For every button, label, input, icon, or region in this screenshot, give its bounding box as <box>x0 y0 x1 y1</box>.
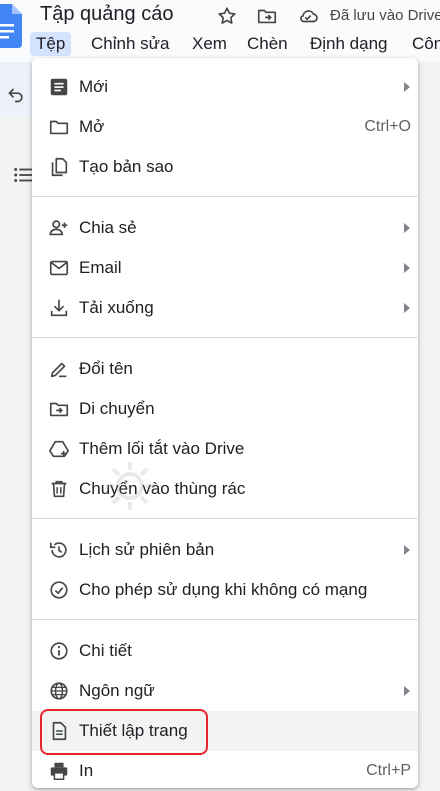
file-menu: Mới Mở Ctrl+O Tạo bản sao Chia sẻ Email <box>32 58 418 788</box>
cloud-saved-icon[interactable] <box>297 5 319 27</box>
new-doc-icon <box>50 78 68 96</box>
drive-shortcut-icon <box>49 440 69 458</box>
menu-insert[interactable]: Chèn <box>241 32 294 56</box>
email-icon <box>49 260 69 276</box>
menu-item-label: Email <box>79 258 122 277</box>
save-status: Đã lưu vào Drive <box>330 7 440 24</box>
menu-item-new[interactable]: Mới <box>32 67 418 107</box>
app-header: Tập quảng cáo Đã lưu vào Drive Tệp Chỉnh… <box>0 0 440 62</box>
menu-item-email[interactable]: Email <box>32 248 418 288</box>
offline-check-icon <box>50 581 68 599</box>
menu-item-label: Mới <box>79 77 109 96</box>
rename-icon <box>50 362 67 378</box>
menu-item-print[interactable]: In Ctrl+P <box>32 751 418 791</box>
menu-item-add-shortcut[interactable]: Thêm lối tắt vào Drive <box>32 429 418 469</box>
menu-tools[interactable]: Côn <box>406 32 440 56</box>
undo-icon[interactable] <box>6 84 26 104</box>
menu-item-make-copy[interactable]: Tạo bản sao <box>32 147 418 187</box>
menu-divider <box>32 196 418 197</box>
submenu-arrow-icon <box>404 303 410 313</box>
menu-edit[interactable]: Chỉnh sửa <box>85 32 175 56</box>
submenu-arrow-icon <box>404 545 410 555</box>
menu-file[interactable]: Tệp <box>30 32 72 56</box>
person-add-icon <box>49 220 68 236</box>
menu-item-make-available-offline[interactable]: Cho phép sử dụng khi không có mạng <box>32 570 418 610</box>
star-icon[interactable] <box>216 5 238 27</box>
menu-item-move-to-trash[interactable]: Chuyển vào thùng rác <box>32 469 418 509</box>
shortcut-label: Ctrl+O <box>364 118 411 135</box>
shortcut-label: Ctrl+P <box>366 762 411 779</box>
menu-item-label: Tạo bản sao <box>79 157 174 176</box>
trash-icon <box>51 480 67 498</box>
move-icon[interactable] <box>256 5 278 27</box>
menu-item-label: Lịch sử phiên bản <box>79 540 215 559</box>
menu-item-move[interactable]: Di chuyển <box>32 389 418 429</box>
menu-format[interactable]: Định dạng <box>304 32 394 56</box>
menu-divider <box>32 518 418 519</box>
folder-icon <box>49 120 69 135</box>
download-icon <box>50 299 68 317</box>
menu-item-label: Di chuyển <box>79 399 155 418</box>
menu-item-label: Mở <box>79 117 105 136</box>
document-outline-icon[interactable] <box>12 164 34 186</box>
submenu-arrow-icon <box>404 82 410 92</box>
menu-item-details[interactable]: Chi tiết <box>32 631 418 671</box>
move-folder-icon <box>49 402 69 417</box>
menu-item-label: Thêm lối tắt vào Drive <box>79 439 245 458</box>
menu-divider <box>32 337 418 338</box>
menu-item-language[interactable]: Ngôn ngữ <box>32 671 418 711</box>
google-docs-logo-icon[interactable] <box>0 4 22 48</box>
menu-item-label: Ngôn ngữ <box>79 681 155 700</box>
menu-item-version-history[interactable]: Lịch sử phiên bản <box>32 530 418 570</box>
menu-item-label: Chuyển vào thùng rác <box>79 479 246 498</box>
menu-item-rename[interactable]: Đổi tên <box>32 349 418 389</box>
copy-icon <box>51 157 68 177</box>
menu-item-label: Đổi tên <box>79 359 133 378</box>
menu-view[interactable]: Xem <box>186 32 233 56</box>
submenu-arrow-icon <box>404 223 410 233</box>
menu-divider <box>32 619 418 620</box>
info-icon <box>50 642 68 660</box>
submenu-arrow-icon <box>404 686 410 696</box>
menu-item-label: Chi tiết <box>79 641 132 660</box>
highlight-callout <box>40 709 208 755</box>
submenu-arrow-icon <box>404 263 410 273</box>
menu-item-label: Tải xuống <box>79 298 154 317</box>
menu-item-label: In <box>79 761 94 780</box>
menu-item-label: Cho phép sử dụng khi không có mạng <box>79 580 368 599</box>
history-icon <box>49 542 67 558</box>
menu-item-download[interactable]: Tải xuống <box>32 288 418 328</box>
print-icon <box>50 762 68 780</box>
document-title[interactable]: Tập quảng cáo <box>40 3 173 26</box>
menu-item-label: Chia sẻ <box>79 218 137 237</box>
menu-item-open[interactable]: Mở Ctrl+O <box>32 107 418 147</box>
menu-item-share[interactable]: Chia sẻ <box>32 208 418 248</box>
globe-icon <box>50 682 68 700</box>
